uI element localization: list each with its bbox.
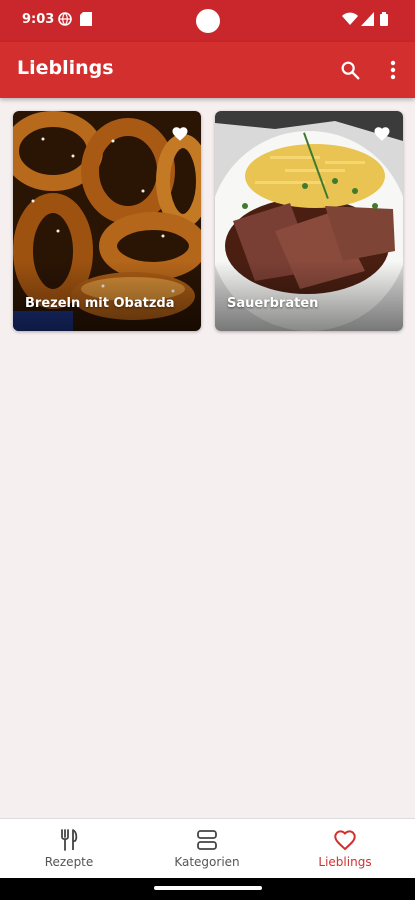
- signal-icon: [361, 12, 374, 26]
- battery-icon: [380, 12, 388, 26]
- nav-item-kategorien[interactable]: Kategorien: [138, 819, 276, 879]
- status-time: 9:03: [22, 12, 55, 27]
- sim-card-icon: [80, 12, 92, 26]
- system-gesture-bar: [0, 878, 415, 900]
- recipe-card-sauerbraten[interactable]: Sauerbraten: [215, 111, 403, 331]
- recipe-card-title: Brezeln mit Obatzda: [25, 296, 175, 311]
- nav-label: Lieblings: [318, 855, 372, 869]
- fork-knife-icon: [61, 829, 78, 851]
- heart-filled-icon[interactable]: [171, 125, 189, 143]
- heart-filled-icon[interactable]: [373, 125, 391, 143]
- page-title: Lieblings: [17, 57, 114, 79]
- camera-cutout: [196, 9, 220, 33]
- recipe-card-title: Sauerbraten: [227, 296, 319, 311]
- nav-item-lieblings[interactable]: Lieblings: [276, 819, 414, 879]
- app-bar: Lieblings: [0, 42, 415, 98]
- search-icon: [341, 61, 360, 80]
- nav-label: Kategorien: [174, 855, 240, 869]
- recipe-card-brezeln[interactable]: Brezeln mit Obatzda: [13, 111, 201, 331]
- heart-outline-icon: [334, 830, 356, 851]
- nav-item-rezepte[interactable]: Rezepte: [0, 819, 138, 879]
- nav-label: Rezepte: [44, 855, 94, 869]
- search-button[interactable]: [336, 56, 364, 84]
- wifi-icon: [342, 12, 358, 25]
- home-gesture-handle[interactable]: [154, 886, 262, 890]
- vpn-globe-icon: [58, 12, 72, 26]
- status-bar: 9:03: [0, 0, 415, 42]
- more-vert-icon: [390, 60, 396, 80]
- more-options-button[interactable]: [379, 56, 407, 84]
- categories-icon: [197, 830, 217, 850]
- bottom-navigation: Rezepte Kategorien Lieblings: [0, 818, 415, 879]
